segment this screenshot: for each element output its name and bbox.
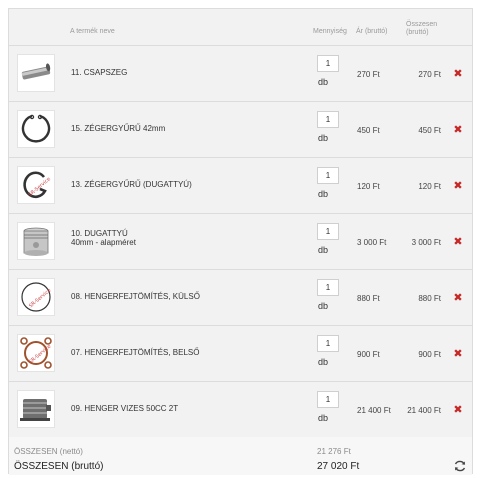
header-quantity: Mennyiség	[313, 28, 347, 35]
cart-row: SR-Service 08. HENGERFEJTÖMÍTÉS, KÜLSŐ d…	[9, 269, 472, 326]
unit-price: 3 000 Ft	[357, 238, 387, 247]
cart-header: A termék neve Mennyiség Ár (bruttó) Össz…	[9, 9, 472, 46]
product-name[interactable]: 07. HENGERFEJTÖMÍTÉS, BELSŐ	[71, 348, 301, 357]
header-price: Ár (bruttó)	[356, 28, 388, 35]
product-name[interactable]: 15. ZÉGERGYŰRŰ 42mm	[71, 124, 301, 133]
net-total-label: ÖSSZESEN (nettó)	[14, 447, 83, 456]
line-total: 120 Ft	[418, 182, 441, 191]
quantity-unit: db	[318, 245, 329, 255]
remove-item-button[interactable]: ✖	[452, 68, 464, 80]
quantity-input[interactable]	[317, 391, 339, 408]
unit-price: 120 Ft	[357, 182, 380, 191]
product-name[interactable]: 09. HENGER VIZES 50CC 2T	[71, 404, 301, 413]
pin-icon	[21, 63, 51, 80]
product-variant: 40mm - alapméret	[71, 238, 136, 247]
gross-total-label: ÖSSZESEN (bruttó)	[14, 461, 104, 472]
unit-price: 270 Ft	[357, 70, 380, 79]
header-total-line1: Összesen	[406, 21, 438, 28]
refresh-icon[interactable]	[453, 459, 467, 473]
cart-table: A termék neve Mennyiség Ár (bruttó) Össz…	[8, 8, 473, 475]
quantity-unit: db	[318, 357, 329, 367]
line-total: 450 Ft	[418, 126, 441, 135]
product-thumbnail[interactable]	[17, 390, 55, 428]
cart-row: SR-Service 13. ZÉGERGYŰRŰ (DUGATTYÚ) db …	[9, 157, 472, 214]
product-name[interactable]: 11. CSAPSZEG	[71, 68, 301, 77]
remove-item-button[interactable]: ✖	[452, 236, 464, 248]
header-total: Összesen (bruttó)	[406, 21, 446, 37]
cylinder-icon	[20, 399, 51, 421]
quantity-unit: db	[318, 133, 329, 143]
header-product-name: A termék neve	[70, 28, 115, 35]
line-total: 270 Ft	[418, 70, 441, 79]
product-thumbnail[interactable]: SR-Service	[17, 334, 55, 372]
product-name[interactable]: 13. ZÉGERGYŰRŰ (DUGATTYÚ)	[71, 180, 301, 189]
quantity-unit: db	[318, 301, 329, 311]
unit-price: 900 Ft	[357, 350, 380, 359]
piston-clip-icon: SR-Service	[23, 171, 52, 198]
unit-price: 450 Ft	[357, 126, 380, 135]
quantity-input[interactable]	[317, 223, 339, 240]
unit-price: 21 400 Ft	[357, 406, 391, 415]
line-total: 21 400 Ft	[407, 406, 441, 415]
product-name[interactable]: 08. HENGERFEJTÖMÍTÉS, KÜLSŐ	[71, 292, 301, 301]
product-name[interactable]: 10. DUGATTYÚ 40mm - alapméret	[71, 229, 301, 247]
quantity-input[interactable]	[317, 167, 339, 184]
cart-summary: ÖSSZESEN (nettó) 21 276 Ft ÖSSZESEN (bru…	[9, 437, 472, 475]
cart-row: 09. HENGER VIZES 50CC 2T db 21 400 Ft 21…	[9, 381, 472, 438]
quantity-input[interactable]	[317, 55, 339, 72]
gross-total-value: 27 020 Ft	[317, 461, 360, 472]
cart-row: 15. ZÉGERGYŰRŰ 42mm db 450 Ft 450 Ft ✖	[9, 101, 472, 158]
quantity-unit: db	[318, 77, 329, 87]
product-thumbnail[interactable]	[17, 110, 55, 148]
unit-price: 880 Ft	[357, 294, 380, 303]
cart-row: 10. DUGATTYÚ40mm - alapméret db 3 000 Ft…	[9, 213, 472, 270]
inner-gasket-icon: SR-Service	[20, 337, 52, 369]
line-total: 880 Ft	[418, 294, 441, 303]
quantity-unit: db	[318, 189, 329, 199]
quantity-input[interactable]	[317, 279, 339, 296]
quantity-input[interactable]	[317, 111, 339, 128]
remove-item-button[interactable]: ✖	[452, 404, 464, 416]
circlip-ring-icon	[21, 114, 51, 143]
product-name-line1: 10. DUGATTYÚ	[71, 229, 128, 238]
remove-item-button[interactable]: ✖	[452, 292, 464, 304]
remove-item-button[interactable]: ✖	[452, 180, 464, 192]
quantity-input[interactable]	[317, 335, 339, 352]
line-total: 3 000 Ft	[411, 238, 441, 247]
product-thumbnail[interactable]	[17, 222, 55, 260]
net-total-value: 21 276 Ft	[317, 447, 351, 456]
line-total: 900 Ft	[418, 350, 441, 359]
remove-item-button[interactable]: ✖	[452, 348, 464, 360]
piston-icon	[23, 227, 49, 256]
product-thumbnail[interactable]: SR-Service	[17, 278, 55, 316]
header-total-line2: (bruttó)	[406, 29, 429, 36]
head-gasket-icon: SR-Service	[21, 282, 52, 312]
product-thumbnail[interactable]	[17, 54, 55, 92]
cart-row: 11. CSAPSZEG db 270 Ft 270 Ft ✖	[9, 45, 472, 102]
quantity-unit: db	[318, 413, 329, 423]
svg-text:SR-Service: SR-Service	[28, 288, 52, 310]
product-thumbnail[interactable]: SR-Service	[17, 166, 55, 204]
cart-row: SR-Service 07. HENGERFEJTÖMÍTÉS, BELSŐ d…	[9, 325, 472, 382]
remove-item-button[interactable]: ✖	[452, 124, 464, 136]
